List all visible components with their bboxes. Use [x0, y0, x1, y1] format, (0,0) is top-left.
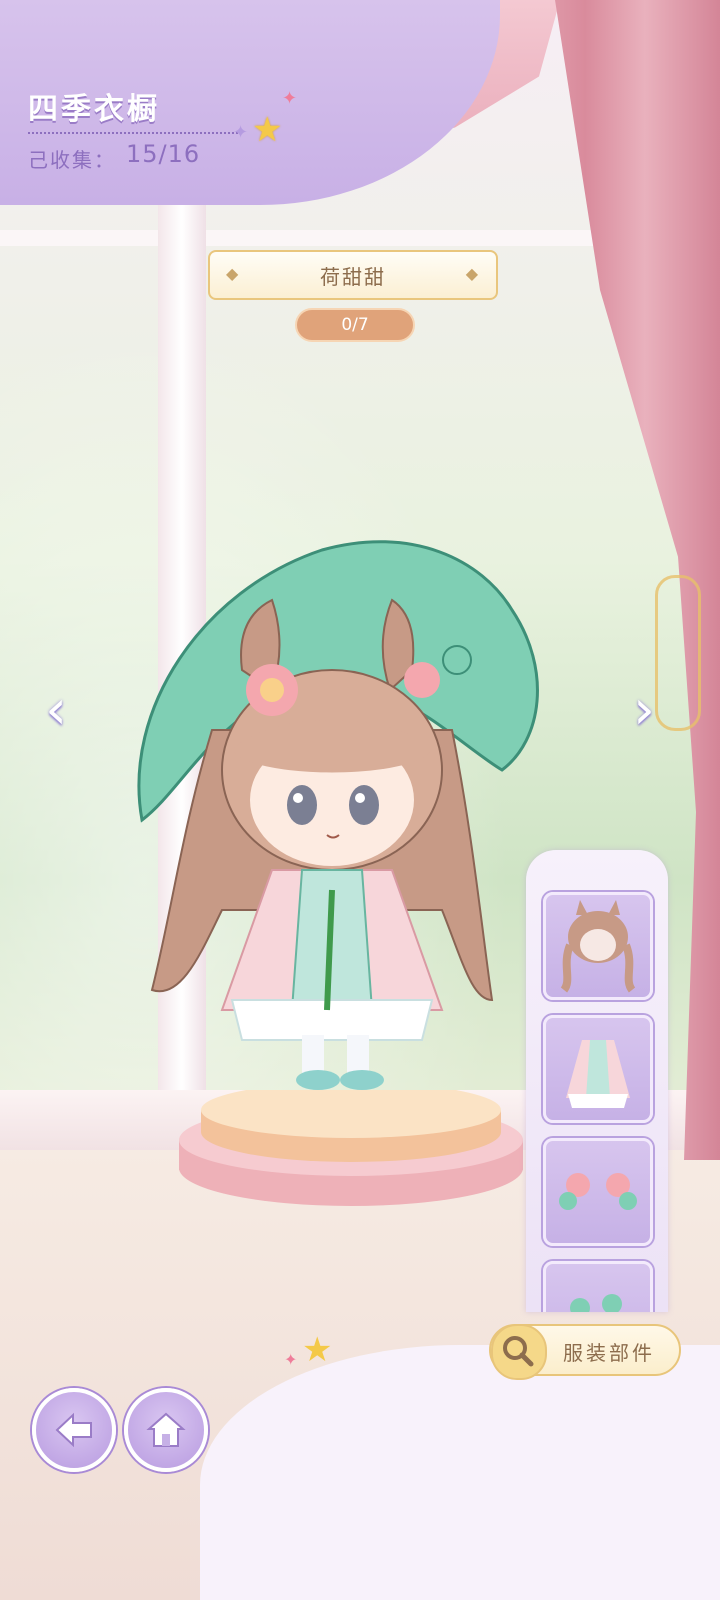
accessory-icon: [570, 1294, 622, 1312]
outfit-parts-panel: [526, 850, 668, 1312]
collected-label: 己收集：: [28, 148, 116, 172]
back-arrow-icon: [55, 1412, 92, 1448]
collected-count: 15/16: [126, 140, 201, 168]
prev-outfit-button[interactable]: ‹: [26, 680, 86, 740]
character-figure: [137, 540, 539, 1090]
page-title: 四季衣橱: [28, 92, 160, 127]
ornament-icon: ◆: [465, 264, 480, 283]
diamond-icon: ✦: [284, 1350, 298, 1369]
magnifier-icon: [491, 1324, 547, 1380]
home-icon: [146, 1412, 186, 1447]
chevron-left-icon: ‹: [45, 678, 67, 741]
part-slot-dress[interactable]: [543, 1015, 653, 1123]
outfit-progress: 0/7: [295, 308, 415, 342]
outfit-name-plate: ◆ 荷甜甜 ◆: [208, 250, 498, 300]
outfit-parts-button[interactable]: 服装部件: [489, 1324, 681, 1380]
hair-accessory-icon: [559, 1173, 637, 1210]
diamond-icon: ✦: [282, 88, 298, 109]
back-button[interactable]: [32, 1388, 116, 1472]
pedestal: [179, 1090, 523, 1206]
chevron-right-icon: ›: [633, 678, 655, 741]
part-slot-accessory[interactable]: [543, 1261, 653, 1312]
star-icon: ★: [252, 110, 283, 150]
star-icon: ★: [302, 1330, 333, 1370]
dress-icon: [566, 1040, 630, 1108]
ornament-icon: ◆: [226, 264, 241, 283]
part-slot-hair[interactable]: [543, 892, 653, 1000]
home-button[interactable]: [124, 1388, 208, 1472]
sparkle-icon: ✦: [233, 122, 249, 143]
hair-icon: [560, 900, 636, 993]
header-divider: [28, 132, 238, 134]
outfit-name: 荷甜甜: [320, 264, 386, 289]
part-slot-hair-accessory[interactable]: [543, 1138, 653, 1246]
outfit-parts-label: 服装部件: [563, 1341, 655, 1365]
next-outfit-button[interactable]: ›: [614, 680, 674, 740]
